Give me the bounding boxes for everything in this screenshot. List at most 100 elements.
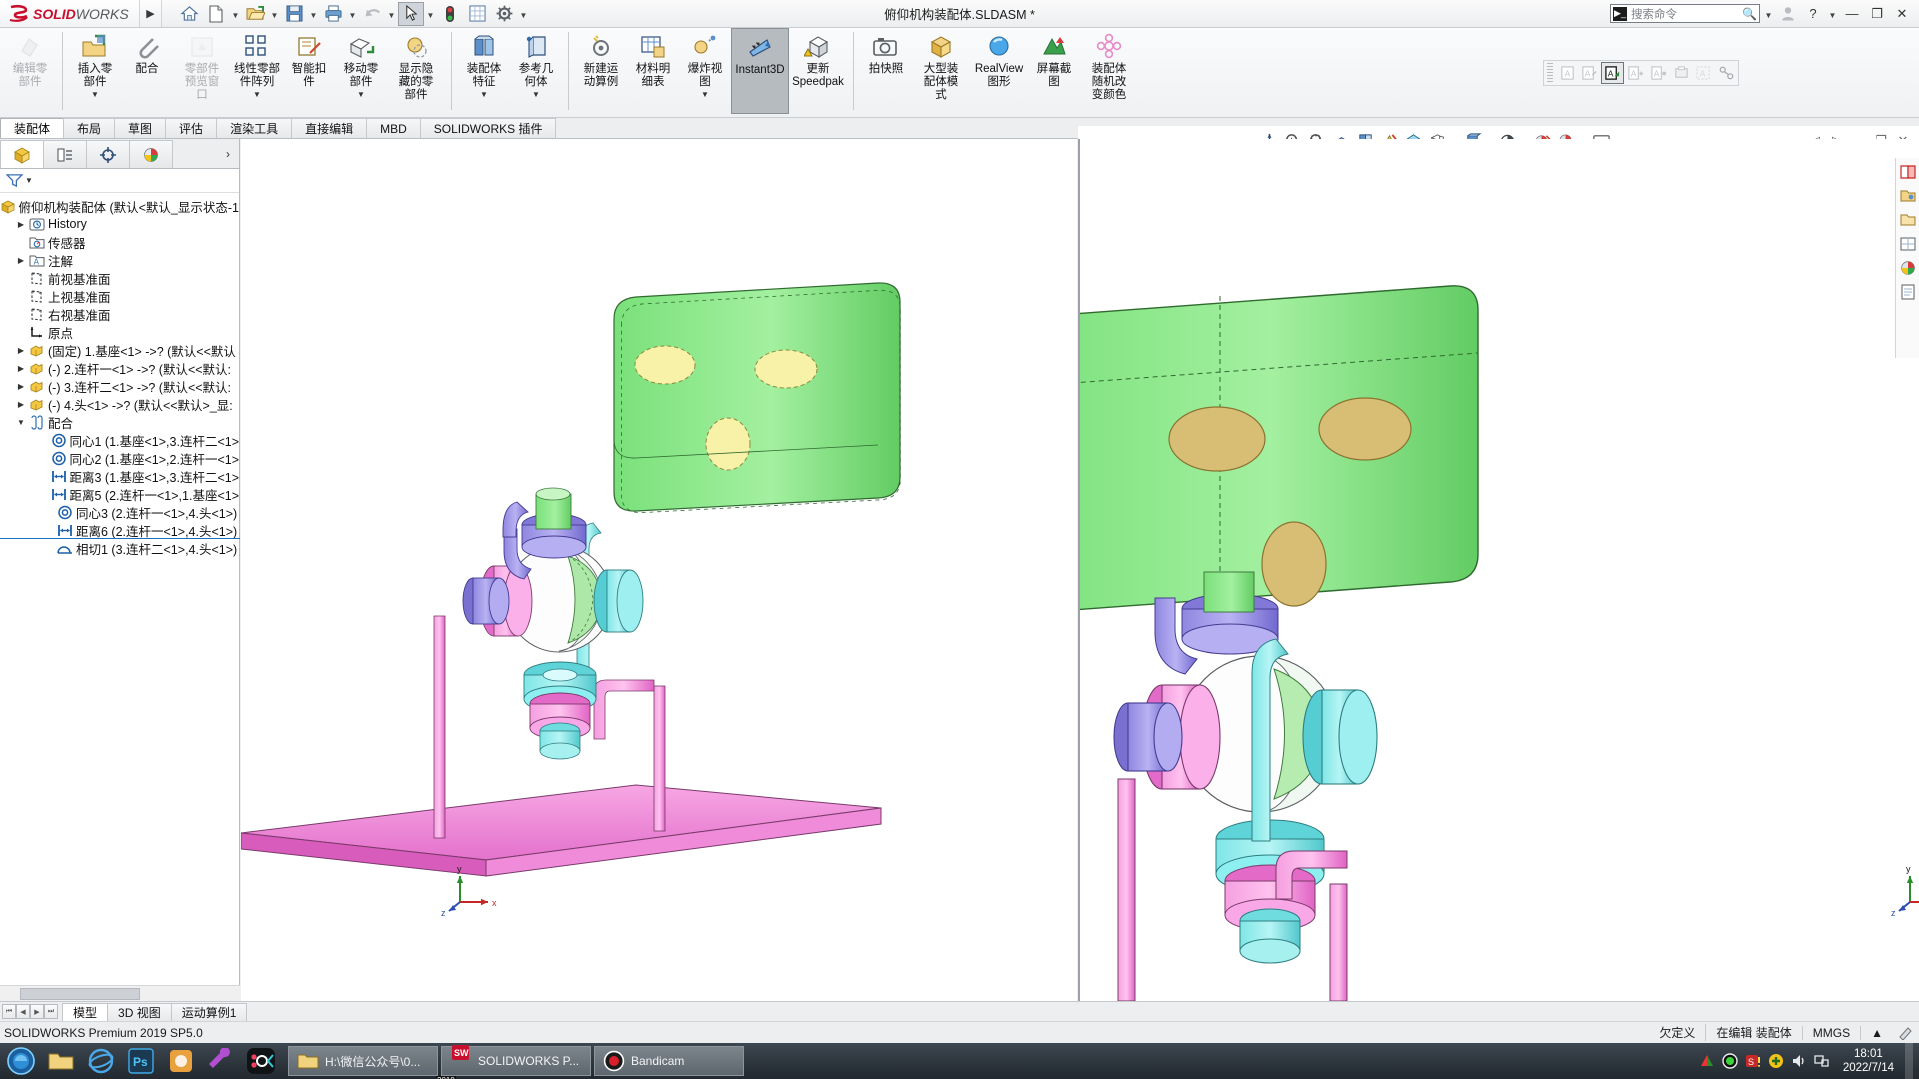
graphics-viewport-left[interactable]: y x z [241,139,1077,1001]
file-explorer-pin-icon[interactable] [42,1044,80,1078]
grid-icon[interactable] [464,2,490,26]
tree-item[interactable]: 前视基准面 [0,269,239,287]
tab-装配体[interactable]: 装配体 [0,118,65,138]
select-caret[interactable]: ▼ [425,2,436,26]
tree-item[interactable]: ▶ History [0,215,239,233]
annotation-area-icon[interactable]: A [1692,62,1715,84]
home-icon[interactable] [176,2,202,26]
tab-nav-1[interactable]: ◀ [16,1004,30,1019]
ribbon-mate[interactable]: 配合 [121,28,173,114]
expander-collapsed-icon[interactable]: ▶ [14,346,28,355]
save-caret[interactable]: ▼ [308,2,319,26]
ribbon-move-component[interactable]: 移动零 部件 ▼ [335,28,387,114]
ribbon-insert-component-caret[interactable]: ▼ [91,90,99,99]
edit-status-icon[interactable] [1893,1025,1919,1040]
start-orb-icon[interactable] [2,1044,40,1078]
tree-item[interactable]: 上视基准面 [0,287,239,305]
appearances-scenes-icon[interactable] [1898,258,1918,278]
ribbon-exploded-view[interactable]: 爆炸视图 ▼ [679,28,731,114]
open-folder-caret[interactable]: ▼ [269,2,280,26]
tray-alert-icon[interactable]: S [1745,1053,1761,1069]
graphics-viewport-right[interactable]: y x z [1078,139,1919,1001]
ribbon-instant3d[interactable]: Instant3D [731,28,789,114]
tab-评估[interactable]: 评估 [165,118,218,138]
expander-collapsed-icon[interactable]: ▶ [14,364,28,373]
tree-item[interactable]: ▶ (固定) 1.基座<1> ->? (默认<<默认 [0,341,239,359]
options-gear-icon[interactable] [491,2,517,26]
ribbon-update-speedpak[interactable]: 更新 Speedpak [789,28,847,114]
edit-note-icon[interactable]: A [1578,62,1601,84]
menu-expand-arrow[interactable]: ▶ [140,0,162,27]
okc-pin-icon[interactable] [242,1044,280,1078]
photoshop-pin-icon[interactable]: Ps [122,1044,160,1078]
property-manager-tab[interactable] [43,140,87,168]
undo-icon[interactable] [359,2,385,26]
tree-item[interactable]: 相切1 (3.连杆二<1>,4.头<1>) [0,539,239,557]
tree-item[interactable]: 俯仰机构装配体 (默认<默认_显示状态-1 [0,197,239,215]
bottom-tab-3D 视图[interactable]: 3D 视图 [107,1002,172,1022]
tool-pin-icon[interactable] [202,1044,240,1078]
tab-nav-0[interactable]: ⏮ [2,1004,16,1019]
taskbar-folder-window[interactable]: H:\微信公众号\0... [288,1046,438,1076]
user-icon[interactable] [1777,3,1799,25]
tree-item[interactable]: 同心3 (2.连杆一<1>,4.头<1>) [0,503,239,521]
tree-item[interactable]: 距离3 (1.基座<1>,3.连杆二<1> [0,467,239,485]
tab-草图[interactable]: 草图 [114,118,167,138]
tree-item[interactable]: ▶ A 注解 [0,251,239,269]
taskbar-clock[interactable]: 18:01 2022/7/14 [1837,1047,1894,1075]
taskbar-bandicam-window[interactable]: Bandicam [594,1046,744,1076]
expander-collapsed-icon[interactable]: ▶ [14,220,28,229]
ribbon-new-motion-study[interactable]: 新建运 动算例 [575,28,627,114]
expander-expanded-icon[interactable]: ▼ [14,418,28,427]
ribbon-realview-graphics[interactable]: RealView 图形 [970,28,1028,114]
search-caret[interactable]: ▼ [1763,2,1774,26]
add-annotation-icon[interactable]: A [1624,62,1647,84]
hscroll-thumb[interactable] [20,987,140,1000]
annotation-properties-icon[interactable]: A [1647,62,1670,84]
tab-nav-3[interactable]: ⏭ [44,1004,58,1019]
tree-item[interactable]: ▼ 配合 [0,413,239,431]
restore-button[interactable]: ❐ [1866,3,1888,25]
tree-item[interactable]: 右视基准面 [0,305,239,323]
tab-布局[interactable]: 布局 [63,118,116,138]
tab-nav-2[interactable]: ▶ [30,1004,44,1019]
bottom-tab-模型[interactable]: 模型 [62,1002,109,1022]
tree-item[interactable]: 同心1 (1.基座<1>,3.连杆二<1> [0,431,239,449]
tree-item[interactable]: 同心2 (1.基座<1>,2.连杆一<1> [0,449,239,467]
internet-explorer-pin-icon[interactable] [82,1044,120,1078]
ribbon-insert-component[interactable]: 插入零 部件 ▼ [69,28,121,114]
solidworks-logo[interactable]: SOLID WORKS [0,0,140,27]
tab-渲染工具[interactable]: 渲染工具 [216,118,293,138]
expander-collapsed-icon[interactable]: ▶ [14,400,28,409]
tree-item[interactable]: ▶ (-) 2.连杆一<1> ->? (默认<<默认: [0,359,239,377]
annotation-link-icon[interactable] [1715,62,1738,84]
expander-collapsed-icon[interactable]: ▶ [14,382,28,391]
toolbar-grip[interactable] [1547,63,1553,83]
print-icon[interactable] [320,2,346,26]
help-caret[interactable]: ▼ [1827,2,1838,26]
traffic-light-icon[interactable] [437,2,463,26]
tab-MBD[interactable]: MBD [366,118,421,138]
ribbon-reference-geometry-caret[interactable]: ▼ [532,90,540,99]
select-cursor-icon[interactable] [398,1,424,26]
ribbon-linear-component-pattern-caret[interactable]: ▼ [253,90,261,99]
ribbon-random-assembly-color[interactable]: 装配体 随机改 变颜色 [1080,28,1138,114]
ribbon-assembly-features-caret[interactable]: ▼ [480,90,488,99]
feature-tree-filter[interactable]: ▼ [0,169,239,193]
tree-item[interactable]: 传感器 [0,233,239,251]
feature-manager-tab[interactable] [0,140,44,168]
expander-collapsed-icon[interactable]: ▶ [14,256,28,265]
ribbon-reference-geometry[interactable]: 参考几 何体 ▼ [510,28,562,114]
insert-annotation-icon[interactable]: A [1601,62,1625,84]
view-palette-icon[interactable] [1898,234,1918,254]
new-note-icon[interactable]: A [1556,62,1579,84]
sw-resources-icon[interactable] [1898,162,1918,182]
tree-item[interactable]: ▶ (-) 4.头<1> ->? (默认<<默认>_显: [0,395,239,413]
search-command-box[interactable]: ▶_ 搜索命令 🔍 [1610,4,1760,23]
print-caret[interactable]: ▼ [347,2,358,26]
ribbon-take-snapshot[interactable]: 拍快照 [860,28,912,114]
save-icon[interactable] [281,2,307,26]
configuration-manager-tab[interactable] [86,140,130,168]
tray-network-icon[interactable] [1814,1053,1830,1069]
ribbon-move-component-caret[interactable]: ▼ [357,90,365,99]
